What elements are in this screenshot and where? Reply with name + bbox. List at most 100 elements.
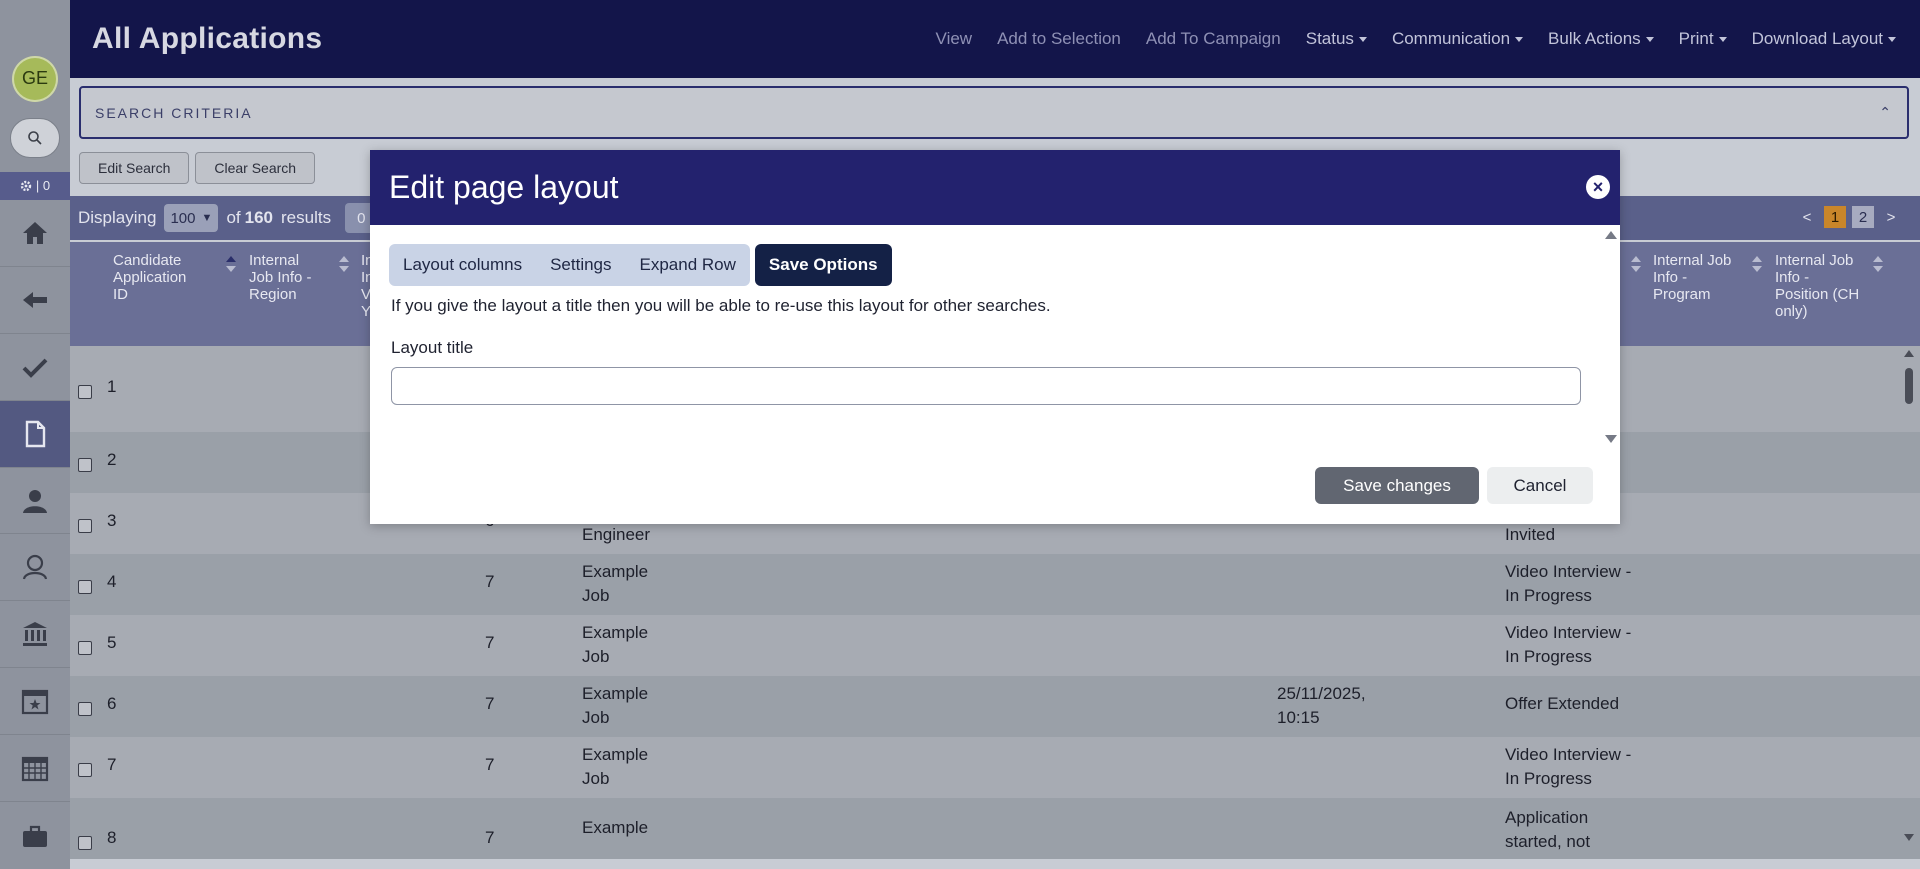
scroll-up-icon[interactable] (1904, 350, 1914, 357)
sort-icon[interactable] (1631, 256, 1641, 274)
briefcase-icon (23, 825, 47, 847)
cell-id: 3 (107, 511, 117, 530)
sidebar-item-person[interactable] (0, 468, 70, 535)
table-row[interactable]: 7 7 Example Job Video Interview - In Pro… (70, 737, 1920, 798)
header-line: Candidate (113, 252, 182, 269)
cell-job: Example (582, 562, 649, 581)
col-header-application-id[interactable]: Candidate Application ID (113, 252, 186, 303)
row-checkbox[interactable] (78, 836, 92, 850)
modal-scroll-up-icon[interactable] (1605, 231, 1617, 239)
chevron-up-icon[interactable]: ⌃ (1879, 104, 1893, 121)
sidebar-item-back[interactable] (0, 267, 70, 334)
cell-status: Application (1505, 808, 1589, 827)
nav-communication-dropdown[interactable]: Communication (1392, 29, 1523, 49)
search-icon (28, 131, 42, 145)
tab-settings[interactable]: Settings (536, 244, 625, 286)
per-page-select[interactable]: 100 ▼ (164, 204, 219, 232)
pagination: < 1 2 > (1796, 206, 1902, 228)
cell-date: 25/11/2025, (1277, 684, 1366, 703)
sidebar-item-check[interactable] (0, 334, 70, 401)
page-1-button[interactable]: 1 (1824, 206, 1846, 228)
close-icon[interactable]: × (1586, 175, 1610, 199)
row-checkbox[interactable] (78, 641, 92, 655)
header-line: Position (CH (1775, 286, 1860, 303)
table-row[interactable]: 6 7 Example Job 25/11/2025, 10:15 Offer … (70, 676, 1920, 737)
tab-layout-columns[interactable]: Layout columns (389, 244, 536, 286)
sidebar-item-documents[interactable] (0, 400, 70, 468)
nav-add-to-campaign[interactable]: Add To Campaign (1146, 29, 1281, 49)
cell-job-line2: Job (582, 586, 610, 605)
tab-save-options[interactable]: Save Options (754, 244, 892, 286)
sidebar-item-person-search[interactable] (0, 534, 70, 602)
row-checkbox[interactable] (78, 519, 92, 533)
next-page-button[interactable]: > (1880, 206, 1902, 228)
modal-scroll-down-icon[interactable] (1605, 435, 1617, 443)
sidebar-search-button[interactable] (10, 117, 60, 158)
clear-search-button[interactable]: Clear Search (195, 152, 316, 184)
nav-add-to-selection[interactable]: Add to Selection (997, 29, 1121, 49)
header-line: Internal (249, 252, 300, 269)
table-row[interactable]: 8 7 Example Application started, not (70, 798, 1920, 859)
sort-icon[interactable] (1873, 256, 1883, 274)
header-line: Info - (1653, 269, 1688, 286)
cell-number: 7 (485, 755, 495, 774)
row-checkbox[interactable] (78, 702, 92, 716)
cell-status-line2: Invited (1505, 525, 1556, 544)
sidebar-item-bank[interactable] (0, 601, 70, 669)
nav-status-dropdown[interactable]: Status (1306, 29, 1367, 49)
search-criteria-panel[interactable]: SEARCH CRITERIA ⌃ (79, 86, 1909, 139)
avatar[interactable]: GE (12, 56, 58, 102)
sort-icon[interactable] (226, 256, 236, 274)
scroll-thumb[interactable] (1905, 368, 1913, 404)
table-scrollbar[interactable] (1902, 348, 1916, 848)
calendar-icon (21, 757, 49, 782)
sidebar-item-calendar[interactable] (0, 735, 70, 803)
bank-icon (23, 622, 47, 647)
document-icon (25, 420, 46, 447)
table-row[interactable]: 4 7 Example Job Video Interview - In Pro… (70, 554, 1920, 615)
row-checkbox[interactable] (78, 458, 92, 472)
selection-counter[interactable]: | 0 (0, 171, 70, 200)
cancel-button[interactable]: Cancel (1487, 467, 1593, 504)
edit-search-button[interactable]: Edit Search (79, 152, 190, 184)
cell-status: Video Interview - (1505, 745, 1632, 764)
search-criteria-label: SEARCH CRITERIA (95, 104, 253, 121)
sidebar-item-briefcase[interactable] (0, 802, 70, 869)
header-line: Internal Job (1653, 252, 1732, 269)
prev-page-button[interactable]: < (1796, 206, 1818, 228)
modal-tabs: Layout columns Settings Expand Row Save … (389, 244, 892, 286)
col-header-position[interactable]: Internal Job Info - Position (CH only) (1775, 252, 1859, 320)
scroll-down-icon[interactable] (1904, 834, 1914, 841)
nav-view[interactable]: View (936, 29, 973, 49)
cell-status-line2: started, not (1505, 832, 1591, 851)
cell-number: 7 (485, 828, 495, 847)
nav-bulk-actions-dropdown[interactable]: Bulk Actions (1548, 29, 1654, 49)
layout-title-input[interactable] (391, 367, 1581, 405)
back-arrow-icon (23, 291, 47, 308)
row-checkbox[interactable] (78, 385, 92, 399)
nav-download-layout-dropdown[interactable]: Download Layout (1752, 29, 1896, 49)
header-line: Program (1653, 286, 1711, 303)
counter-value: | 0 (35, 178, 51, 194)
row-checkbox[interactable] (78, 763, 92, 777)
header-line: Application (113, 269, 187, 286)
row-checkbox[interactable] (78, 580, 92, 594)
table-row[interactable]: 5 7 Example Job Video Interview - In Pro… (70, 615, 1920, 676)
tab-group: Layout columns Settings Expand Row (389, 244, 750, 286)
cell-status-line2: In Progress (1505, 586, 1592, 605)
nav-print-dropdown[interactable]: Print (1679, 29, 1727, 49)
cell-job-line2: Job (582, 647, 610, 666)
sidebar-item-calendar-star[interactable] (0, 668, 70, 736)
cell-job: Engineer (582, 525, 651, 544)
tab-expand-row[interactable]: Expand Row (626, 244, 750, 286)
col-header-region[interactable]: Internal Job Info - Region (249, 252, 312, 303)
of-label: of (226, 208, 241, 227)
sort-icon[interactable] (339, 256, 349, 274)
col-header-program[interactable]: Internal Job Info - Program (1653, 252, 1731, 303)
sidebar-item-home[interactable] (0, 200, 70, 267)
page-2-button[interactable]: 2 (1852, 206, 1874, 228)
results-total: 160 (244, 208, 273, 227)
results-label: results (281, 208, 332, 227)
sort-icon[interactable] (1752, 256, 1762, 274)
save-changes-button[interactable]: Save changes (1315, 467, 1479, 504)
